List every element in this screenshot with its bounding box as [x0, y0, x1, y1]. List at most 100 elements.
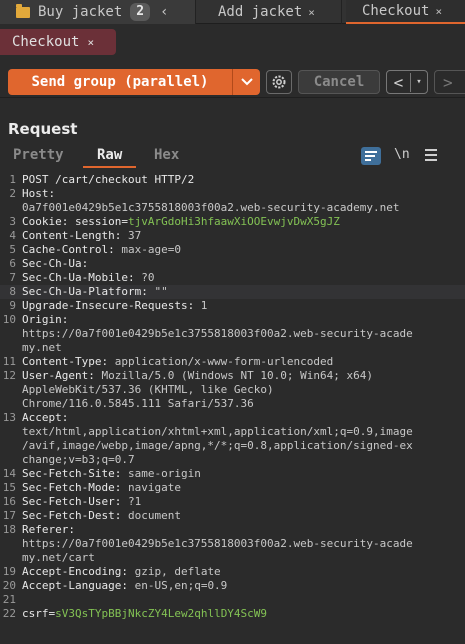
editor-line[interactable]: 10 Origin:: [0, 313, 465, 327]
editor-line[interactable]: /avif,image/webp,image/apng,*/*;q=0.8,ap…: [0, 439, 465, 453]
tab-label: Checkout: [362, 3, 430, 19]
editor-line[interactable]: 17 Sec-Fetch-Dest: document: [0, 509, 465, 523]
editor-line[interactable]: 16 Sec-Fetch-User: ?1: [0, 495, 465, 509]
header-name: Referer:: [22, 523, 75, 536]
line-text: Chrome/116.0.5845.111 Safari/537.36: [22, 397, 254, 411]
editor-line[interactable]: 18 Referer:: [0, 523, 465, 537]
header-name: Sec-Fetch-Site:: [22, 467, 122, 480]
line-text: 0a7f001e0429b5e1c3755818003f00a2.web-sec…: [22, 201, 400, 215]
editor-line[interactable]: 20 Accept-Language: en-US,en;q=0.9: [0, 579, 465, 593]
line-text: Accept:: [22, 411, 68, 425]
editor-line[interactable]: 12 User-Agent: Mozilla/5.0 (Windows NT 10…: [0, 369, 465, 383]
line-text: my.net/cart: [22, 551, 95, 565]
word-wrap-icon[interactable]: [361, 147, 381, 165]
tab-pretty[interactable]: Pretty: [13, 147, 64, 163]
line-text: Cache-Control: max-age=0: [22, 243, 181, 257]
close-icon[interactable]: ×: [87, 36, 94, 49]
line-text: https://0a7f001e0429b5e1c3755818003f00a2…: [22, 327, 413, 341]
line-text: Accept-Language: en-US,en;q=0.9: [22, 579, 227, 593]
editor-line[interactable]: 11 Content-Type: application/x-www-form-u…: [0, 355, 465, 369]
line-number: 13: [2, 411, 16, 424]
line-number: 12: [2, 369, 16, 382]
chevron-down-icon: [240, 78, 253, 86]
line-number: 10: [2, 313, 16, 326]
line-text: csrf=sV3QsTYpBBjNkcZY4Lew2qhllDY4ScW9: [22, 607, 267, 621]
param-value: tjvArGdoHi3hfaawXiOOEvwjvDwX5gJZ: [127, 215, 340, 228]
editor-line[interactable]: 4 Content-Length: 37: [0, 229, 465, 243]
editor-line[interactable]: Chrome/116.0.5845.111 Safari/537.36: [0, 397, 465, 411]
collapse-group-icon[interactable]: ‹: [160, 4, 168, 20]
editor-line[interactable]: 22 csrf=sV3QsTYpBBjNkcZY4Lew2qhllDY4ScW9: [0, 607, 465, 621]
editor-line[interactable]: 2 Host:: [0, 187, 465, 201]
header-value: navigate: [121, 481, 181, 494]
tab-group-buy-jacket[interactable]: Buy jacket 2 ‹: [0, 0, 196, 24]
line-number: 22: [2, 607, 16, 620]
editor-line[interactable]: 15 Sec-Fetch-Mode: navigate: [0, 481, 465, 495]
editor-line[interactable]: 1 POST /cart/checkout HTTP/2: [0, 173, 465, 187]
line-text: Cookie: session=tjvArGdoHi3hfaawXiOOEvwj…: [22, 215, 340, 229]
history-back-control[interactable]: < ▾: [386, 70, 428, 94]
editor-line[interactable]: 21: [0, 593, 465, 607]
editor-line[interactable]: https://0a7f001e0429b5e1c3755818003f00a2…: [0, 327, 465, 341]
line-text: Content-Type: application/x-www-form-url…: [22, 355, 333, 369]
line-text: Sec-Ch-Ua:: [22, 257, 88, 271]
line-text: AppleWebKit/537.36 (KHTML, like Gecko): [22, 383, 274, 397]
editor-line[interactable]: 9 Upgrade-Insecure-Requests: 1: [0, 299, 465, 313]
editor-line[interactable]: 5 Cache-Control: max-age=0: [0, 243, 465, 257]
header-name: Content-Type:: [22, 355, 109, 368]
header-name: Accept:: [22, 411, 69, 424]
header-name: POST /cart/checkout HTTP/2: [22, 173, 195, 186]
header-value: "": [147, 285, 168, 298]
history-dropdown-icon[interactable]: ▾: [411, 77, 427, 87]
editor-line[interactable]: 13 Accept:: [0, 411, 465, 425]
line-text: Referer:: [22, 523, 75, 537]
editor-line[interactable]: 19 Accept-Encoding: gzip, deflate: [0, 565, 465, 579]
close-icon[interactable]: ×: [308, 6, 315, 19]
cancel-button[interactable]: Cancel: [298, 70, 380, 94]
send-options-dropdown[interactable]: [232, 69, 260, 95]
settings-button[interactable]: [266, 70, 292, 94]
editor-line[interactable]: 7 Sec-Ch-Ua-Mobile: ?0: [0, 271, 465, 285]
tab-group-count-badge: 2: [130, 3, 151, 21]
editor-line[interactable]: my.net: [0, 341, 465, 355]
line-text: change;v=b3;q=0.7: [22, 453, 135, 467]
header-value: text/html,application/xhtml+xml,applicat…: [22, 425, 413, 438]
header-name: Sec-Fetch-User:: [22, 495, 122, 508]
line-number: 5: [9, 243, 16, 256]
forward-arrow-icon[interactable]: >: [434, 70, 465, 94]
line-number: 11: [2, 355, 16, 368]
send-group-button[interactable]: Send group (parallel): [8, 69, 232, 95]
editor-line[interactable]: my.net/cart: [0, 551, 465, 565]
tab-hex[interactable]: Hex: [154, 147, 179, 163]
tab-group-label: Buy jacket: [38, 4, 123, 20]
line-number: 14: [2, 467, 16, 480]
group-subtab-checkout[interactable]: Checkout ×: [0, 29, 116, 55]
tab-add-jacket[interactable]: Add jacket ×: [202, 0, 342, 24]
editor-line[interactable]: 3 Cookie: session=tjvArGdoHi3hfaawXiOOEvw…: [0, 215, 465, 229]
editor-line[interactable]: https://0a7f001e0429b5e1c3755818003f00a2…: [0, 537, 465, 551]
line-text: Sec-Fetch-Mode: navigate: [22, 481, 181, 495]
header-value: https://0a7f001e0429b5e1c3755818003f00a2…: [22, 537, 413, 550]
editor-line[interactable]: text/html,application/xhtml+xml,applicat…: [0, 425, 465, 439]
close-icon[interactable]: ×: [435, 5, 442, 18]
header-value: 37: [121, 229, 142, 242]
show-newlines-toggle[interactable]: \n: [394, 147, 410, 162]
back-arrow-icon[interactable]: <: [387, 72, 411, 92]
editor-line[interactable]: 6 Sec-Ch-Ua:: [0, 257, 465, 271]
raw-request-editor[interactable]: 1 POST /cart/checkout HTTP/2 2 Host: 0a7f001…: [0, 173, 465, 633]
param-name: csrf=: [22, 607, 56, 620]
header-value: my.net/cart: [22, 551, 95, 564]
editor-line[interactable]: 8 Sec-Ch-Ua-Platform: "": [0, 285, 465, 299]
line-number: 9: [9, 299, 16, 312]
editor-line[interactable]: 0a7f001e0429b5e1c3755818003f00a2.web-sec…: [0, 201, 465, 215]
editor-line[interactable]: 14 Sec-Fetch-Site: same-origin: [0, 467, 465, 481]
editor-line[interactable]: AppleWebKit/537.36 (KHTML, like Gecko): [0, 383, 465, 397]
menu-icon[interactable]: [425, 149, 437, 161]
tab-checkout[interactable]: Checkout ×: [346, 0, 465, 24]
editor-line[interactable]: change;v=b3;q=0.7: [0, 453, 465, 467]
line-number: 4: [9, 229, 16, 242]
tab-raw[interactable]: Raw: [82, 147, 137, 168]
panel-title: Request: [8, 120, 78, 138]
header-name: Host:: [22, 187, 56, 200]
gear-icon: [272, 75, 286, 89]
